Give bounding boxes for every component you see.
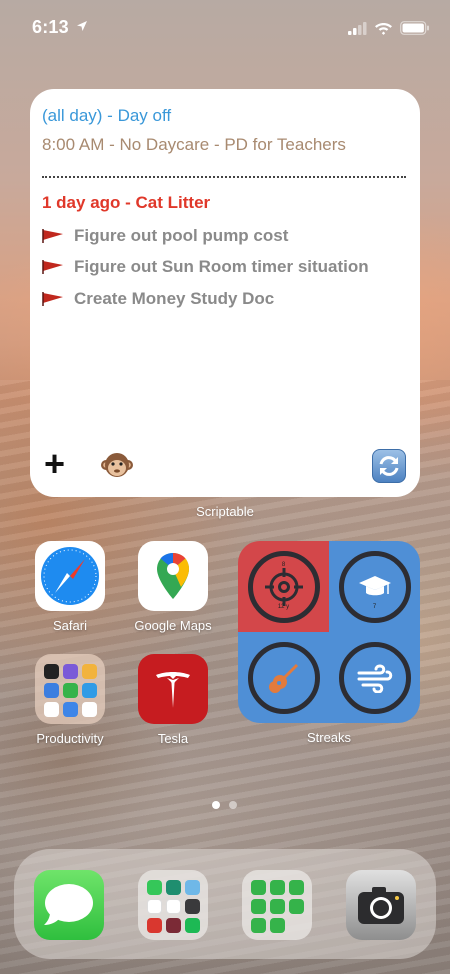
timed-event: 8:00 AM - No Daycare - PD for Teachers (42, 135, 346, 154)
dock (14, 849, 436, 959)
app-mini-icon (166, 918, 181, 933)
phone-icon (147, 880, 162, 895)
cellular-signal-icon (348, 22, 367, 35)
folder-icon (35, 654, 105, 724)
notion-icon (44, 664, 59, 679)
overdue-reminder: 1 day ago - Cat Litter (42, 193, 211, 212)
all-day-event: (all day) - Day off (42, 106, 172, 125)
safari-icon (35, 541, 105, 611)
tesla-icon (138, 654, 208, 724)
location-arrow-icon (77, 21, 87, 31)
red-flag-icon (42, 292, 63, 306)
streak-cell[interactable]: 8 12 y (238, 541, 329, 632)
mail-icon (63, 702, 78, 717)
streak-cell[interactable] (329, 632, 420, 723)
widget-app-label: Scriptable (196, 504, 254, 519)
page-dot-active (212, 801, 220, 809)
messages-icon (44, 884, 93, 925)
streaks-widget[interactable]: 8 12 y 7 (238, 541, 420, 723)
app-mini-icon (44, 683, 59, 698)
streak-ring: 8 12 y (247, 550, 320, 623)
task-item[interactable]: Figure out pool pump cost (42, 225, 288, 247)
streak-cell[interactable] (238, 632, 329, 723)
dock-folder[interactable] (138, 870, 208, 940)
page-indicator[interactable] (212, 801, 237, 809)
wind-icon (357, 663, 392, 693)
app-mini-icon (185, 880, 200, 895)
google-maps-icon (138, 541, 208, 611)
streak-bottom-value: 7 (372, 603, 377, 610)
monkey-icon[interactable] (100, 448, 134, 482)
app-mini-icon (63, 664, 78, 679)
guitar-icon (268, 663, 298, 693)
streak-bottom-value: 12 y (277, 603, 290, 610)
reminders-icon (82, 702, 97, 717)
app-label: Google Maps (134, 618, 212, 633)
refresh-button[interactable] (372, 449, 406, 483)
app-label: Tesla (157, 731, 189, 746)
task-label: Figure out Sun Room timer situation (74, 257, 369, 276)
streak-ring (247, 641, 320, 714)
camera-app[interactable] (346, 870, 416, 940)
tools-icon (82, 664, 97, 679)
dock-folder[interactable] (242, 870, 312, 940)
app-mini-icon (270, 899, 285, 914)
check-icon (63, 683, 78, 698)
streak-top-value: 8 (281, 561, 286, 568)
app-mini-icon (270, 918, 285, 933)
app-mini-icon (147, 918, 162, 933)
app-mini-icon (270, 880, 285, 895)
streak-cell[interactable]: 7 (329, 541, 420, 632)
camera-icon (358, 887, 404, 924)
app-mini-icon (289, 899, 304, 914)
graduation-cap-icon (358, 575, 391, 595)
battery-icon (400, 21, 429, 35)
app-safari[interactable]: Safari (35, 541, 105, 633)
wifi-icon (375, 23, 392, 35)
task-item[interactable]: Figure out Sun Room timer situation (42, 256, 369, 278)
scriptable-widget[interactable]: (all day) - Day off 8:00 AM - No Daycare… (30, 89, 420, 497)
calendar-icon (44, 702, 59, 717)
app-mini-icon (251, 918, 266, 933)
app-tesla[interactable]: Tesla (138, 654, 208, 746)
add-button[interactable]: + (44, 446, 65, 482)
messages-app[interactable] (34, 870, 104, 940)
app-label: Streaks (306, 730, 352, 745)
spotify-icon (185, 918, 200, 933)
streak-ring (338, 641, 411, 714)
folder-productivity[interactable]: Productivity (35, 654, 105, 746)
dotted-divider (42, 176, 406, 178)
streak-ring: 7 (338, 550, 411, 623)
task-label: Figure out pool pump cost (74, 226, 289, 245)
target-icon (264, 567, 303, 606)
app-mini-icon (251, 880, 266, 895)
app-mini-icon (251, 899, 266, 914)
red-flag-icon (42, 260, 63, 274)
task-label: Create Money Study Doc (74, 289, 275, 308)
app-mini-icon (166, 880, 181, 895)
photos-icon (166, 899, 181, 914)
task-item[interactable]: Create Money Study Doc (42, 288, 274, 310)
clock: 6:13 (32, 17, 69, 37)
app-mini-icon (289, 880, 304, 895)
page-dot (229, 801, 237, 809)
status-bar: 6:13 (0, 0, 450, 58)
app-mini-icon (185, 899, 200, 914)
app-mini-icon (82, 683, 97, 698)
gmail-icon (147, 899, 162, 914)
app-google-maps[interactable]: Google Maps (134, 541, 212, 633)
refresh-icon (379, 456, 399, 476)
red-flag-icon (42, 229, 63, 243)
